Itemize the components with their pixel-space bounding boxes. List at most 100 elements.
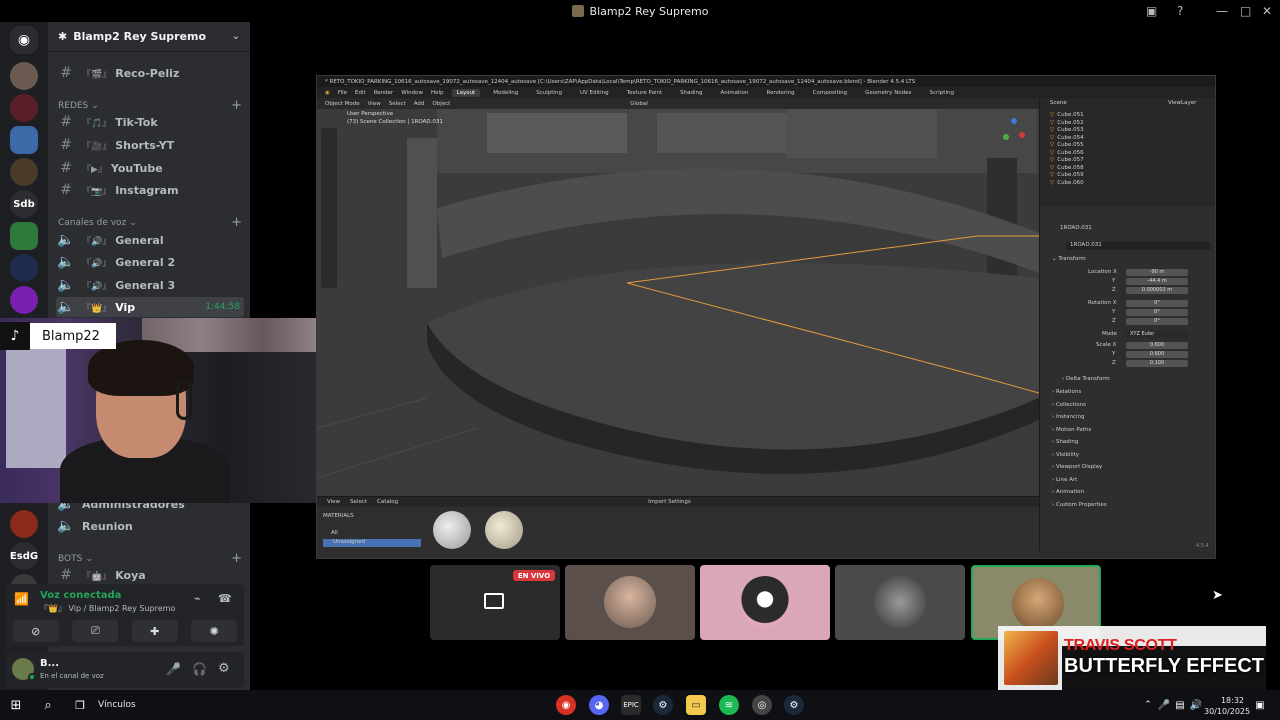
catalog-unassigned[interactable]: Unassigned [323, 539, 421, 547]
scale-y-field[interactable]: 0.600 [1126, 351, 1188, 358]
section-motion-paths[interactable]: › Motion Paths [1052, 427, 1091, 433]
task-view-icon[interactable]: ❐ [70, 695, 90, 715]
transform-orientation-dropdown[interactable]: Global [630, 101, 648, 107]
transform-panel-header[interactable]: ⌄ Transform [1052, 256, 1086, 262]
outliner-item[interactable]: ▽ Cube.059 [1050, 172, 1084, 178]
menu-edit[interactable]: Edit [355, 90, 366, 96]
tab-uv-editing[interactable]: UV Editing [575, 89, 614, 97]
spotify-icon[interactable]: ≋ [719, 695, 739, 715]
tab-layout[interactable]: Layout [451, 88, 481, 97]
object-mode-dropdown[interactable]: Object Mode [325, 101, 360, 107]
asset-menu-select[interactable]: Select [350, 499, 367, 505]
close-button[interactable]: ✕ [1262, 0, 1272, 22]
activities-button[interactable]: ✚ [131, 620, 178, 642]
disconnect-icon[interactable]: ☎ [218, 592, 232, 605]
discord-icon[interactable]: ◕ [589, 695, 609, 715]
settings-gear-icon[interactable]: ⚙ [218, 661, 230, 676]
voice-channel-general[interactable]: 🔈 『🔊』 General [56, 230, 244, 250]
viewport-menu-select[interactable]: Select [389, 101, 406, 107]
material-thumbnail[interactable] [485, 511, 523, 549]
headphones-icon[interactable]: 🎧 [192, 662, 207, 676]
menu-help[interactable]: Help [431, 90, 444, 96]
tab-modeling[interactable]: Modeling [488, 89, 523, 97]
section-shading[interactable]: › Shading [1052, 439, 1078, 445]
minimize-button[interactable]: — [1216, 0, 1228, 22]
viewport-menu-view[interactable]: View [368, 101, 381, 107]
menu-window[interactable]: Window [401, 90, 423, 96]
asset-menu-view[interactable]: View [327, 499, 340, 505]
participant-tile[interactable] [565, 565, 695, 640]
server-icon-7[interactable] [10, 254, 38, 282]
section-collections[interactable]: › Collections [1052, 402, 1086, 408]
outliner-item[interactable]: ▽ Cube.058 [1050, 165, 1084, 171]
epic-games-icon[interactable]: EPIC [621, 695, 641, 715]
rotation-z-field[interactable]: 0° [1126, 318, 1188, 325]
voice-channel-general-2[interactable]: 🔈 『🔊』 General 2 [56, 252, 244, 272]
location-x-field[interactable]: -90 m [1126, 269, 1188, 276]
server-header[interactable]: ✱ Blamp2 Rey Supremo ⌄ [48, 22, 250, 52]
notifications-icon[interactable]: ▣ [1250, 695, 1270, 715]
steam-icon-2[interactable]: ⚙ [784, 695, 804, 715]
tab-sculpting[interactable]: Sculpting [531, 89, 567, 97]
menu-file[interactable]: File [338, 90, 347, 96]
server-icon-3[interactable] [10, 126, 38, 154]
channel-tik-tok[interactable]: # 『🎵』 Tik-Tok [56, 112, 244, 132]
discord-home-icon[interactable]: ◉ [10, 26, 38, 54]
blender-3d-viewport[interactable]: Object Mode View Select Add Object Globa… [317, 98, 1039, 496]
search-icon[interactable]: ⌕ [38, 695, 58, 715]
section-visibility[interactable]: › Visibility [1052, 452, 1079, 458]
voice-channel-vip[interactable]: 🔈 『👑』 Vip 1:44:58 [56, 297, 244, 317]
section-delta-transform[interactable]: › Delta Transform [1062, 376, 1110, 382]
tab-animation[interactable]: Animation [715, 89, 753, 97]
voice-channel-general-3[interactable]: 🔈 『🔊』 General 3 [56, 275, 244, 295]
camera-off-button[interactable]: ⊘ [12, 620, 59, 642]
asset-library-dropdown[interactable]: MATERIALS [323, 513, 354, 519]
links-toolbar[interactable]: Vínculos [98, 700, 136, 710]
object-name-field[interactable]: 1ROAD.031 [1066, 242, 1210, 250]
server-icon-8[interactable] [10, 286, 38, 314]
rotation-mode-dropdown[interactable]: XYZ Euler [1126, 331, 1188, 338]
section-animation[interactable]: › Animation [1052, 489, 1084, 495]
outliner-item[interactable]: ▽ Cube.055 [1050, 142, 1084, 148]
channel-instagram[interactable]: # 『📷』 Instagram [56, 180, 244, 200]
channel-koya[interactable]: # 『🤖』 Koya [56, 565, 244, 585]
category-redes[interactable]: REDES ⌄ + [58, 98, 242, 113]
server-icon-esdg[interactable]: EsdG [10, 542, 38, 570]
outliner-item[interactable]: ▽ Cube.054 [1050, 135, 1084, 141]
section-instancing[interactable]: › Instancing [1052, 414, 1084, 420]
server-icon-6[interactable] [10, 222, 38, 250]
voice-channel-reunion[interactable]: 🔈 Reunion [56, 516, 244, 536]
scale-x-field[interactable]: 0.600 [1126, 342, 1188, 349]
server-icon-2[interactable] [10, 94, 38, 122]
noise-suppression-icon[interactable]: ⌁ [194, 592, 201, 605]
outliner-item[interactable]: ▽ Cube.060 [1050, 180, 1084, 186]
participant-tile[interactable] [700, 565, 830, 640]
server-icon-4[interactable] [10, 158, 38, 186]
server-icon-1[interactable] [10, 62, 38, 90]
category-bots[interactable]: BOTS ⌄ + [58, 551, 242, 566]
server-icon-sdb[interactable]: Sdb [10, 190, 38, 218]
navigation-gizmo[interactable] [1003, 118, 1029, 144]
outliner-item[interactable]: ▽ Cube.051 [1050, 112, 1084, 118]
category-voz[interactable]: Canales de voz ⌄ + [58, 215, 242, 230]
add-channel-icon[interactable]: + [231, 215, 242, 230]
tab-compositing[interactable]: Compositing [808, 89, 852, 97]
chevron-down-icon[interactable]: ⌄ [232, 31, 240, 42]
channel-shorts-yt[interactable]: # 『🎥』 Shorts-YT [56, 135, 244, 155]
file-explorer-icon[interactable]: ▭ [686, 695, 706, 715]
viewport-menu-object[interactable]: Object [432, 101, 450, 107]
location-y-field[interactable]: -44.4 m [1126, 278, 1188, 285]
asset-menu-catalog[interactable]: Catalog [377, 499, 398, 505]
server-icon-9[interactable] [10, 510, 38, 538]
add-channel-icon[interactable]: + [231, 551, 242, 566]
section-relations[interactable]: › Relations [1052, 389, 1081, 395]
voice-status[interactable]: Voz conectada [40, 590, 121, 601]
viewport-menu-add[interactable]: Add [414, 101, 425, 107]
volume-icon[interactable]: 🔊 [1186, 695, 1206, 715]
tab-rendering[interactable]: Rendering [762, 89, 800, 97]
rotation-y-field[interactable]: 0° [1126, 309, 1188, 316]
scale-z-field[interactable]: 0.100 [1126, 360, 1188, 367]
inbox-icon[interactable]: ▣ [1146, 0, 1157, 22]
steam-icon[interactable]: ⚙ [653, 695, 673, 715]
tab-geometry-nodes[interactable]: Geometry Nodes [860, 89, 916, 97]
